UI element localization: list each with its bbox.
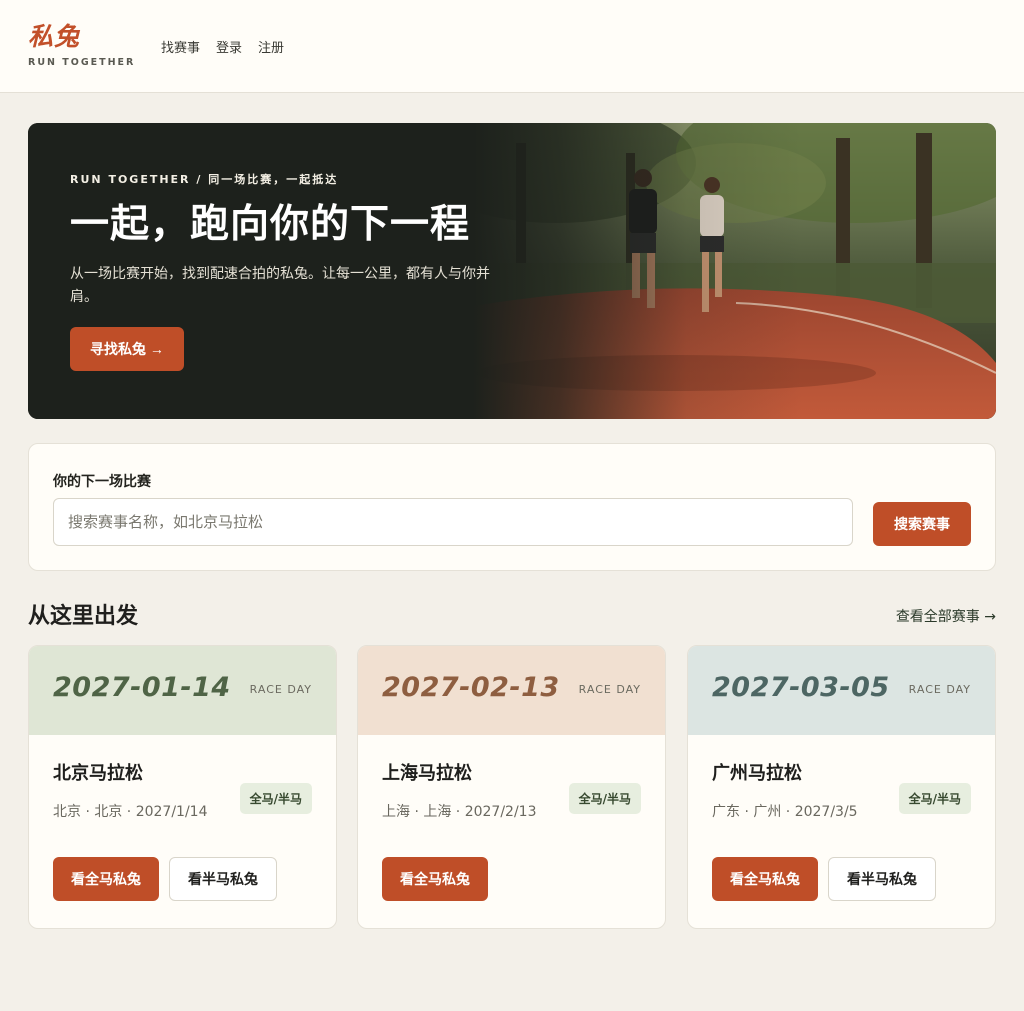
race-card-body: 北京马拉松 北京 · 北京 · 2027/1/14 全马/半马 看全马私兔 看半… bbox=[29, 735, 336, 928]
race-meta: 上海 · 上海 · 2027/2/13 bbox=[382, 804, 537, 820]
view-half-marathon-pacers-button[interactable]: 看半马私兔 bbox=[169, 857, 277, 901]
logo-text: 私兔 bbox=[28, 22, 81, 51]
race-distance-badge: 全马/半马 bbox=[898, 783, 971, 814]
logo-tagline: RUN TOGETHER bbox=[28, 57, 136, 68]
hero-description: 从一场比赛开始，找到配速合拍的私兔。让每一公里，都有人与你并肩。 bbox=[70, 266, 490, 305]
main-nav: 找赛事 登录 注册 bbox=[161, 37, 284, 56]
view-half-marathon-pacers-button[interactable]: 看半马私兔 bbox=[828, 857, 936, 901]
race-date: 2027-03-05 bbox=[712, 672, 890, 703]
race-day-tag: RACE DAY bbox=[908, 683, 971, 696]
race-meta: 北京 · 北京 · 2027/1/14 bbox=[53, 804, 208, 820]
race-name: 北京马拉松 bbox=[53, 763, 143, 784]
race-day-tag: RACE DAY bbox=[249, 683, 312, 696]
race-card-list: 2027-01-14 RACE DAY 北京马拉松 北京 · 北京 · 2027… bbox=[28, 645, 996, 929]
view-all-races-link[interactable]: 查看全部赛事 → bbox=[896, 606, 996, 626]
view-full-marathon-pacers-button[interactable]: 看全马私兔 bbox=[712, 857, 818, 901]
race-actions: 看全马私兔 看半马私兔 bbox=[53, 857, 277, 901]
nav-find-races[interactable]: 找赛事 bbox=[161, 37, 200, 56]
hero-title: 一起，跑向你的下一程 bbox=[70, 202, 471, 247]
view-full-marathon-pacers-button[interactable]: 看全马私兔 bbox=[53, 857, 159, 901]
race-card-body: 上海马拉松 上海 · 上海 · 2027/2/13 全马/半马 看全马私兔 bbox=[358, 735, 665, 928]
hero-content: RUN TOGETHER / 同一场比赛，一起抵达 一起，跑向你的下一程 从一场… bbox=[70, 171, 510, 371]
race-distance-badge: 全马/半马 bbox=[239, 783, 312, 814]
race-card: 2027-02-13 RACE DAY 上海马拉松 上海 · 上海 · 2027… bbox=[357, 645, 666, 929]
race-meta: 广东 · 广州 · 2027/3/5 bbox=[712, 804, 858, 820]
race-card-header: 2027-03-05 RACE DAY bbox=[688, 646, 995, 735]
section-title: 从这里出发 bbox=[28, 604, 139, 629]
nav-login[interactable]: 登录 bbox=[216, 37, 242, 56]
race-name: 上海马拉松 bbox=[382, 763, 472, 784]
search-label: 你的下一场比赛 bbox=[53, 474, 151, 490]
race-card-body: 广州马拉松 广东 · 广州 · 2027/3/5 全马/半马 看全马私兔 看半马… bbox=[688, 735, 995, 928]
nav-register[interactable]: 注册 bbox=[258, 37, 284, 56]
race-search-input[interactable] bbox=[53, 498, 853, 546]
race-actions: 看全马私兔 bbox=[382, 857, 488, 901]
hero-kicker: RUN TOGETHER / 同一场比赛，一起抵达 bbox=[70, 173, 339, 186]
hero-banner: RUN TOGETHER / 同一场比赛，一起抵达 一起，跑向你的下一程 从一场… bbox=[28, 123, 996, 419]
race-actions: 看全马私兔 看半马私兔 bbox=[712, 857, 936, 901]
race-name: 广州马拉松 bbox=[712, 763, 802, 784]
search-race-button[interactable]: 搜索赛事 bbox=[873, 502, 971, 546]
view-full-marathon-pacers-button[interactable]: 看全马私兔 bbox=[382, 857, 488, 901]
race-date: 2027-02-13 bbox=[382, 672, 560, 703]
race-date: 2027-01-14 bbox=[53, 672, 231, 703]
race-card: 2027-01-14 RACE DAY 北京马拉松 北京 · 北京 · 2027… bbox=[28, 645, 337, 929]
race-distance-badge: 全马/半马 bbox=[568, 783, 641, 814]
race-search-card: 你的下一场比赛 搜索赛事 bbox=[28, 443, 996, 571]
site-header: 私兔 RUN TOGETHER 找赛事 登录 注册 bbox=[0, 0, 1024, 93]
race-card-header: 2027-01-14 RACE DAY bbox=[29, 646, 336, 735]
find-pacer-button[interactable]: 寻找私兔 → bbox=[70, 327, 184, 371]
race-card-header: 2027-02-13 RACE DAY bbox=[358, 646, 665, 735]
race-card: 2027-03-05 RACE DAY 广州马拉松 广东 · 广州 · 2027… bbox=[687, 645, 996, 929]
race-day-tag: RACE DAY bbox=[578, 683, 641, 696]
brand-logo[interactable]: 私兔 RUN TOGETHER bbox=[28, 22, 135, 68]
